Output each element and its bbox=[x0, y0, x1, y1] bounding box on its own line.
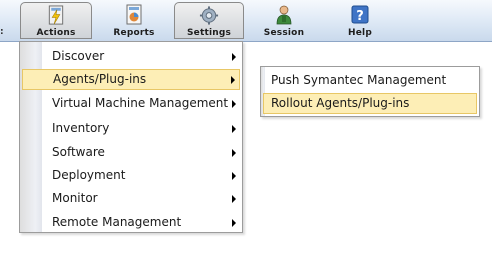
menu-item-label: Deployment bbox=[52, 168, 126, 182]
menu-item-label: Monitor bbox=[52, 191, 98, 205]
reports-button[interactable]: Reports bbox=[99, 2, 169, 39]
menu-item-deployment[interactable]: Deployment bbox=[20, 165, 242, 186]
session-icon bbox=[276, 5, 292, 25]
submenu-arrow-icon bbox=[232, 100, 236, 108]
submenu-arrow-icon bbox=[232, 53, 236, 61]
settings-button[interactable]: Settings bbox=[174, 2, 244, 39]
submenu-arrow-icon bbox=[232, 125, 236, 133]
menu-item-software[interactable]: Software bbox=[20, 142, 242, 163]
menu-item-label: Inventory bbox=[52, 121, 110, 135]
settings-icon bbox=[199, 6, 219, 25]
svg-text:?: ? bbox=[356, 9, 364, 24]
settings-button-label: Settings bbox=[186, 28, 232, 38]
submenu-item-label: Rollout Agents/Plug-ins bbox=[271, 96, 410, 110]
help-button[interactable]: ? Help bbox=[326, 2, 394, 39]
menu-item-agents-plug-ins[interactable]: Agents/Plug-ins bbox=[22, 69, 240, 90]
menu-item-label: Agents/Plug-ins bbox=[53, 72, 147, 86]
menu-item-label: Discover bbox=[52, 49, 105, 63]
toolbar-edge-mark: : bbox=[0, 27, 4, 37]
actions-button-label: Actions bbox=[36, 28, 76, 38]
session-button[interactable]: Session bbox=[251, 2, 317, 39]
reports-button-label: Reports bbox=[113, 28, 155, 38]
menu-item-virtual-machine-management[interactable]: Virtual Machine Management bbox=[20, 93, 242, 114]
actions-icon bbox=[48, 5, 64, 25]
submenu-arrow-icon bbox=[232, 195, 236, 203]
submenu-item-rollout-agents-plug-ins[interactable]: Rollout Agents/Plug-ins bbox=[263, 93, 477, 114]
actions-menu: Discover Agents/Plug-ins Virtual Machine… bbox=[19, 41, 243, 233]
help-button-label: Help bbox=[348, 28, 372, 38]
submenu-arrow-icon bbox=[232, 172, 236, 180]
submenu-arrow-icon bbox=[231, 76, 235, 84]
menu-item-remote-management[interactable]: Remote Management bbox=[20, 212, 242, 233]
menu-item-inventory[interactable]: Inventory bbox=[20, 118, 242, 139]
reports-icon bbox=[126, 4, 142, 25]
agents-plug-ins-submenu: Push Symantec Management Agent Rollout A… bbox=[260, 66, 480, 117]
submenu-arrow-icon bbox=[232, 149, 236, 157]
submenu-item-push-symantec-management-agent[interactable]: Push Symantec Management Agent bbox=[263, 70, 477, 108]
menu-item-label: Virtual Machine Management bbox=[52, 96, 229, 110]
help-icon: ? bbox=[351, 5, 369, 24]
menu-item-label: Remote Management bbox=[52, 215, 182, 229]
actions-button[interactable]: Actions bbox=[20, 2, 92, 39]
session-button-label: Session bbox=[263, 28, 305, 38]
menu-item-discover[interactable]: Discover bbox=[20, 46, 242, 67]
menu-item-label: Software bbox=[52, 145, 105, 159]
menu-item-monitor[interactable]: Monitor bbox=[20, 188, 242, 209]
submenu-arrow-icon bbox=[232, 219, 236, 227]
main-toolbar: : Actions Reports Settings Session ? Hel… bbox=[0, 0, 492, 42]
